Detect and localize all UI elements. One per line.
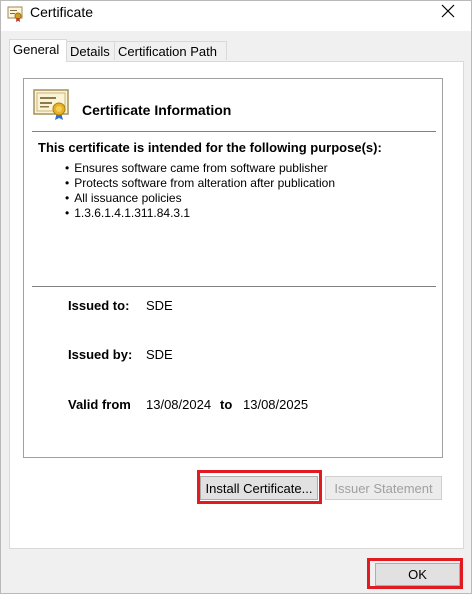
close-icon <box>441 4 455 18</box>
issued-by-label: Issued by: <box>68 347 133 362</box>
tab-certification-path-label: Certification Path <box>118 44 217 59</box>
valid-to-value: 13/08/2025 <box>243 397 309 412</box>
valid-to-label: to <box>220 397 233 412</box>
certificate-dialog: Certificate General Details Certificatio… <box>0 0 472 594</box>
heading-divider <box>32 131 436 132</box>
purpose-title: This certificate is intended for the fol… <box>38 140 382 155</box>
purpose-item: All issuance policies <box>65 191 335 206</box>
issuer-statement-button: Issuer Statement <box>325 476 442 500</box>
tab-general[interactable]: General <box>9 39 67 62</box>
purpose-item: 1.3.6.1.4.1.311.84.3.1 <box>65 206 335 221</box>
issued-to-value: SDE <box>146 298 173 313</box>
tab-certification-path[interactable]: Certification Path <box>114 41 227 60</box>
purpose-item: Ensures software came from software publ… <box>65 161 335 176</box>
title-bar: Certificate <box>1 1 471 31</box>
purpose-list: Ensures software came from software publ… <box>65 161 335 221</box>
valid-from-label: Valid from <box>68 397 131 412</box>
issued-by-value: SDE <box>146 347 173 362</box>
valid-from-value: 13/08/2024 <box>146 397 212 412</box>
highlight-box <box>197 470 322 504</box>
window-title: Certificate <box>30 4 94 20</box>
tab-general-label: General <box>13 42 60 57</box>
highlight-box <box>367 558 463 589</box>
certificate-information-heading: Certificate Information <box>82 102 232 118</box>
tab-details-label: Details <box>70 44 110 59</box>
issued-to-label: Issued to: <box>68 298 130 313</box>
purpose-item: Protects software from alteration after … <box>65 176 335 191</box>
tab-details[interactable]: Details <box>66 41 115 60</box>
close-button[interactable] <box>425 1 471 31</box>
certificate-icon <box>7 6 23 22</box>
certificate-icon <box>33 89 71 121</box>
details-divider <box>32 286 436 287</box>
